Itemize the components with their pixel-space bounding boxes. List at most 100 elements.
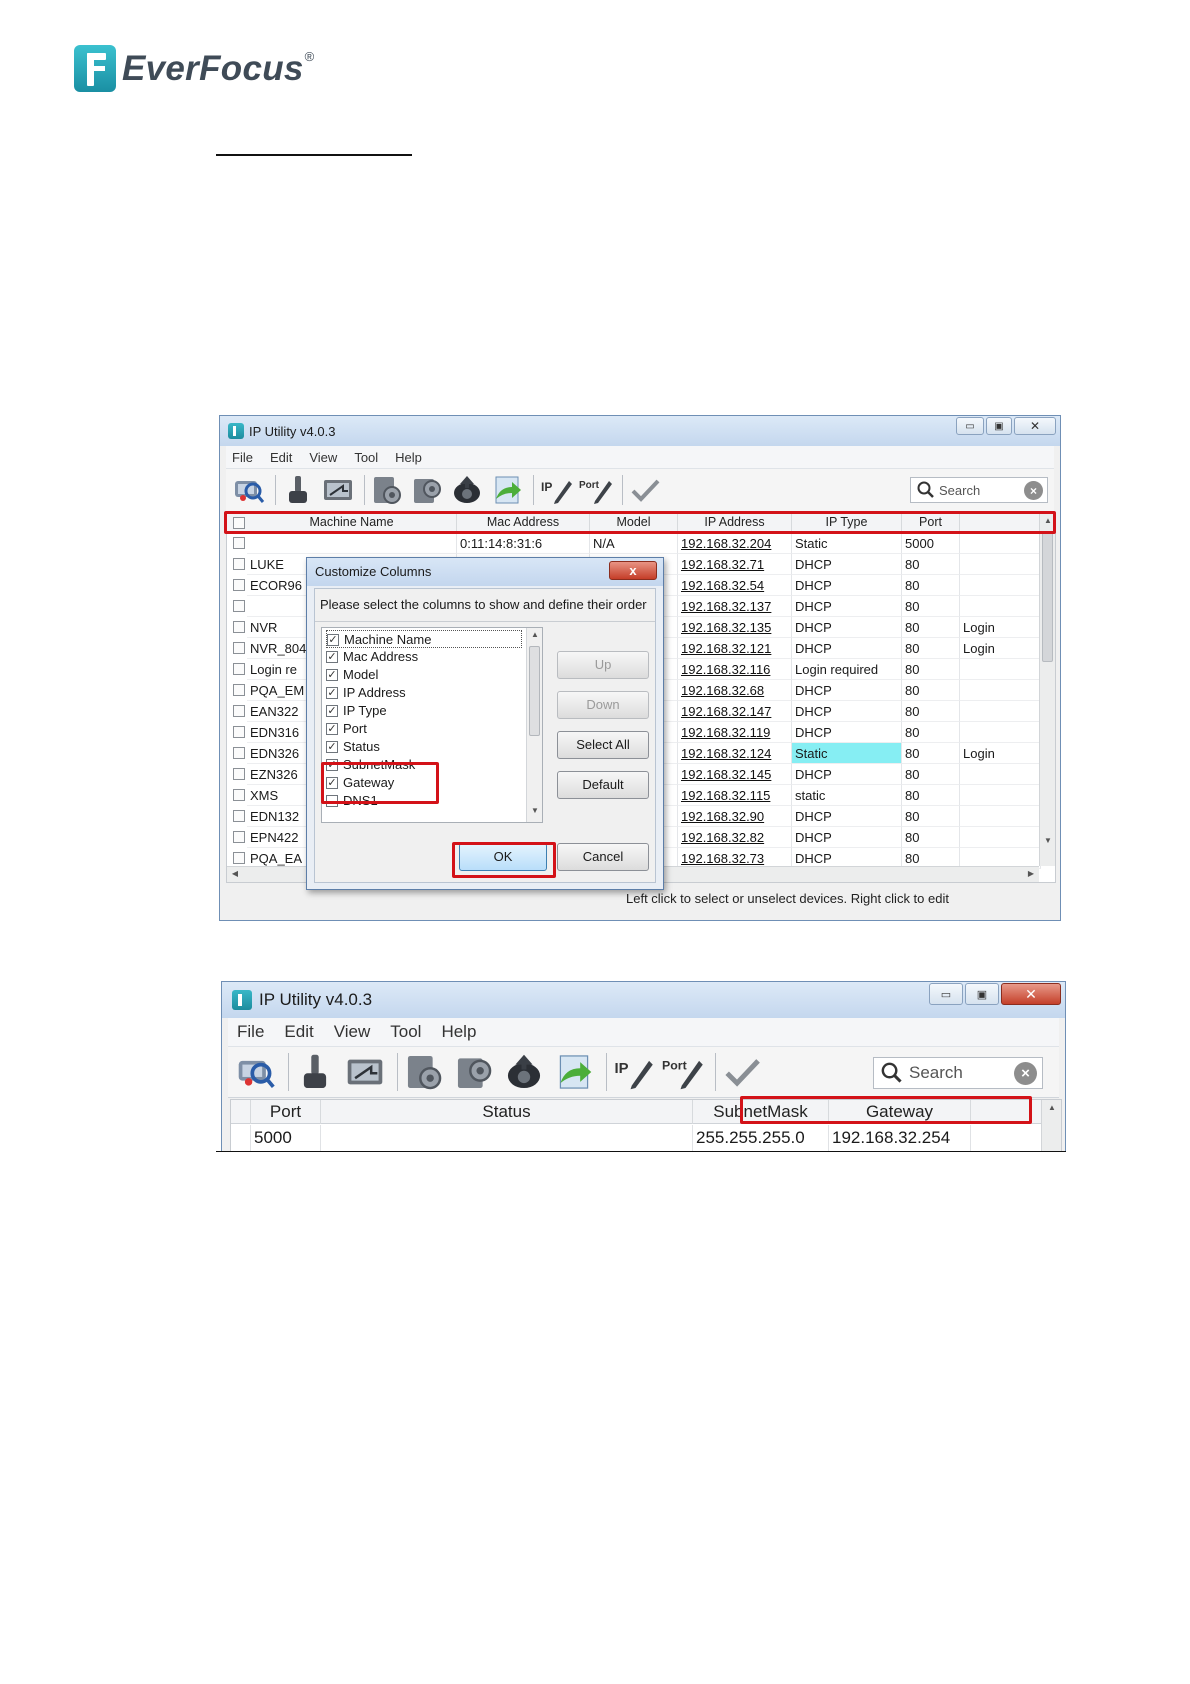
search-input[interactable]: Search × bbox=[910, 477, 1048, 503]
column-header[interactable]: Gateway bbox=[829, 1100, 971, 1124]
column-checkbox[interactable] bbox=[326, 795, 338, 807]
ip-edit-button[interactable]: IP bbox=[611, 1050, 655, 1094]
ip-cell[interactable]: 192.168.32.115 bbox=[678, 785, 792, 806]
row-checkbox[interactable] bbox=[233, 537, 245, 549]
column-option[interactable]: ✓ Port bbox=[326, 720, 367, 738]
column-option[interactable]: ✓ Mac Address bbox=[326, 648, 418, 666]
vertical-scrollbar[interactable]: ▲ bbox=[1041, 1100, 1061, 1152]
row-checkbox[interactable] bbox=[233, 852, 245, 864]
column-header[interactable]: IP Type bbox=[792, 514, 902, 532]
column-option[interactable]: ✓ Gateway bbox=[326, 774, 394, 792]
ip-cell[interactable]: 192.168.32.124 bbox=[678, 743, 792, 764]
minimize-button[interactable]: ▭ bbox=[929, 983, 963, 1005]
column-list[interactable]: ✓ Machine Name ✓ Mac Address ✓ Model ✓ IP Addre… bbox=[321, 627, 543, 823]
scrollbar-thumb[interactable] bbox=[529, 646, 540, 736]
column-checkbox[interactable]: ✓ bbox=[326, 723, 338, 735]
maximize-button[interactable]: ▣ bbox=[986, 417, 1012, 435]
search-input[interactable]: Search × bbox=[873, 1057, 1043, 1089]
ip-edit-button[interactable]: IP bbox=[538, 472, 574, 508]
menu-view[interactable]: View bbox=[334, 1022, 371, 1042]
row-checkbox[interactable] bbox=[233, 726, 245, 738]
column-option[interactable]: ✓ IP Address bbox=[326, 684, 406, 702]
remote-connect-button[interactable] bbox=[343, 1050, 387, 1094]
column-checkbox[interactable]: ✓ bbox=[326, 777, 338, 789]
column-header[interactable]: Port bbox=[902, 514, 960, 532]
scroll-up-icon[interactable]: ▲ bbox=[1042, 1103, 1061, 1112]
row-checkbox[interactable] bbox=[233, 789, 245, 801]
apply-button[interactable] bbox=[627, 472, 663, 508]
port-edit-button[interactable]: Port bbox=[661, 1050, 705, 1094]
menu-edit[interactable]: Edit bbox=[270, 450, 292, 465]
device-settings-button[interactable] bbox=[402, 1050, 446, 1094]
column-checkbox[interactable]: ✓ bbox=[326, 759, 338, 771]
scrollbar-thumb[interactable] bbox=[1042, 532, 1053, 662]
device-settings-button[interactable] bbox=[369, 472, 405, 508]
menu-file[interactable]: File bbox=[237, 1022, 264, 1042]
row-checkbox[interactable] bbox=[233, 663, 245, 675]
remote-connect-button[interactable] bbox=[320, 472, 356, 508]
port-edit-button[interactable]: Port bbox=[578, 472, 614, 508]
cancel-button[interactable]: Cancel bbox=[557, 843, 649, 871]
menu-edit[interactable]: Edit bbox=[284, 1022, 313, 1042]
clear-search-icon[interactable]: × bbox=[1014, 1062, 1037, 1085]
menu-file[interactable]: File bbox=[232, 450, 253, 465]
row-checkbox[interactable] bbox=[233, 600, 245, 612]
row-checkbox[interactable] bbox=[233, 558, 245, 570]
ip-cell[interactable]: 192.168.32.145 bbox=[678, 764, 792, 785]
column-option[interactable]: ✓ IP Type bbox=[326, 702, 387, 720]
column-checkbox[interactable]: ✓ bbox=[327, 634, 339, 646]
usb-tool-button[interactable] bbox=[293, 1050, 337, 1094]
scroll-up-icon[interactable]: ▲ bbox=[1040, 516, 1055, 525]
row-checkbox[interactable] bbox=[233, 810, 245, 822]
column-checkbox[interactable]: ✓ bbox=[326, 741, 338, 753]
ip-cell[interactable]: 192.168.32.71 bbox=[678, 554, 792, 575]
row-checkbox[interactable] bbox=[233, 768, 245, 780]
row-checkbox[interactable] bbox=[233, 621, 245, 633]
menu-tool[interactable]: Tool bbox=[390, 1022, 421, 1042]
row-checkbox[interactable] bbox=[233, 831, 245, 843]
export-button[interactable] bbox=[489, 472, 525, 508]
scroll-up-icon[interactable]: ▲ bbox=[527, 630, 542, 639]
default-button[interactable]: Default bbox=[557, 771, 649, 799]
batch-settings-button[interactable] bbox=[452, 1050, 496, 1094]
select-all-checkbox[interactable] bbox=[233, 517, 245, 529]
apply-button[interactable] bbox=[720, 1050, 764, 1094]
ip-cell[interactable]: 192.168.32.68 bbox=[678, 680, 792, 701]
row-checkbox[interactable] bbox=[233, 747, 245, 759]
column-checkbox[interactable]: ✓ bbox=[326, 687, 338, 699]
ip-cell[interactable]: 192.168.32.204 bbox=[678, 533, 792, 554]
select-all-button[interactable]: Select All bbox=[557, 731, 649, 759]
ok-button[interactable]: OK bbox=[459, 843, 547, 871]
ip-cell[interactable]: 192.168.32.54 bbox=[678, 575, 792, 596]
column-header[interactable]: Port bbox=[251, 1100, 321, 1124]
column-option[interactable]: ✓ Model bbox=[326, 666, 378, 684]
scroll-down-icon[interactable]: ▼ bbox=[1040, 836, 1055, 845]
scroll-down-icon[interactable]: ▼ bbox=[527, 806, 542, 815]
column-option[interactable]: ✓ SubnetMask bbox=[326, 756, 415, 774]
column-header[interactable]: Mac Address bbox=[457, 514, 590, 532]
column-option[interactable]: ✓ Machine Name bbox=[326, 630, 522, 648]
search-device-button[interactable] bbox=[234, 1050, 278, 1094]
row-checkbox[interactable] bbox=[233, 705, 245, 717]
menu-view[interactable]: View bbox=[309, 450, 337, 465]
ip-cell[interactable]: 192.168.32.121 bbox=[678, 638, 792, 659]
column-header[interactable]: SubnetMask bbox=[693, 1100, 829, 1124]
row-checkbox[interactable] bbox=[233, 642, 245, 654]
close-button[interactable]: ✕ bbox=[1001, 983, 1061, 1005]
table-row[interactable]: 0:11:14:8:31:6 N/A 192.168.32.204 Static 500… bbox=[227, 533, 1041, 554]
minimize-button[interactable]: ▭ bbox=[956, 417, 984, 435]
ip-cell[interactable]: 192.168.32.82 bbox=[678, 827, 792, 848]
column-header[interactable]: Machine Name bbox=[247, 514, 457, 532]
column-checkbox[interactable]: ✓ bbox=[326, 651, 338, 663]
column-header[interactable]: Model bbox=[590, 514, 678, 532]
usb-tool-button[interactable] bbox=[280, 472, 316, 508]
ip-cell[interactable]: 192.168.32.137 bbox=[678, 596, 792, 617]
column-checkbox[interactable]: ✓ bbox=[326, 669, 338, 681]
camera-upgrade-button[interactable] bbox=[449, 472, 485, 508]
clear-search-icon[interactable]: × bbox=[1024, 481, 1043, 500]
menu-help[interactable]: Help bbox=[395, 450, 422, 465]
menu-tool[interactable]: Tool bbox=[354, 450, 378, 465]
column-header[interactable]: Status bbox=[321, 1100, 693, 1124]
ip-cell[interactable]: 192.168.32.135 bbox=[678, 617, 792, 638]
scroll-left-icon[interactable]: ◀ bbox=[227, 869, 243, 878]
